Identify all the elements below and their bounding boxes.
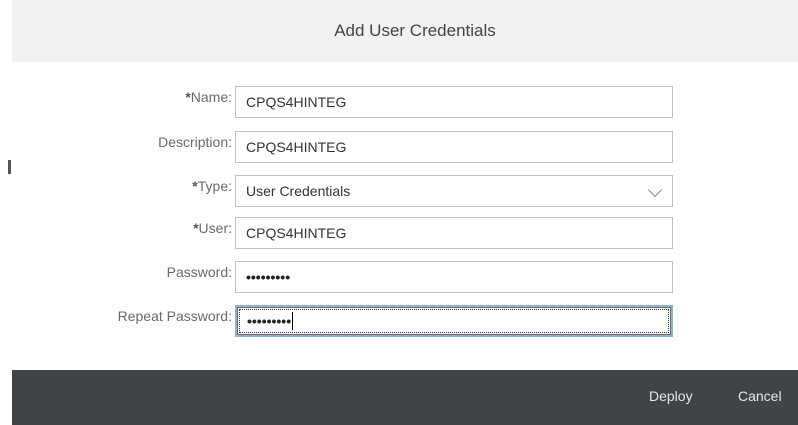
type-select[interactable]: User Credentials xyxy=(235,175,673,207)
type-row: *Type: User Credentials xyxy=(12,175,798,211)
repeat-password-label: Repeat Password: xyxy=(117,308,232,324)
text-caret xyxy=(292,312,294,330)
dialog-footer: Deploy Cancel xyxy=(12,370,798,425)
user-row: *User: CPQS4HINTEG xyxy=(12,217,798,253)
description-row: Description: CPQS4HINTEG xyxy=(12,131,798,167)
credentials-form: *Name: CPQS4HINTEG Description: CPQS4HIN… xyxy=(12,62,798,370)
add-user-credentials-dialog: Add User Credentials *Name: CPQS4HINTEG … xyxy=(0,0,798,425)
repeat-password-masked-value: ••••••••• xyxy=(247,313,292,329)
name-value: CPQS4HINTEG xyxy=(246,94,347,110)
background-edge-mark xyxy=(8,160,11,174)
password-label: Password: xyxy=(166,264,232,280)
type-selected-value: User Credentials xyxy=(246,183,351,199)
name-row: *Name: CPQS4HINTEG xyxy=(12,86,798,122)
description-input[interactable]: CPQS4HINTEG xyxy=(235,131,673,163)
background-edge xyxy=(0,0,12,425)
name-input[interactable]: CPQS4HINTEG xyxy=(235,86,673,118)
user-input[interactable]: CPQS4HINTEG xyxy=(235,217,673,249)
dialog-title: Add User Credentials xyxy=(334,21,496,40)
chevron-down-icon[interactable] xyxy=(647,182,663,198)
user-value: CPQS4HINTEG xyxy=(246,225,347,241)
password-masked-value: ••••••••• xyxy=(246,269,291,285)
user-label: *User: xyxy=(193,220,232,236)
cancel-button[interactable]: Cancel xyxy=(738,388,782,404)
description-label: Description: xyxy=(158,134,232,150)
name-label: *Name: xyxy=(185,89,232,105)
password-row: Password: ••••••••• xyxy=(12,261,798,297)
dialog-header: Add User Credentials xyxy=(12,0,798,63)
deploy-button[interactable]: Deploy xyxy=(649,388,693,404)
password-input[interactable]: ••••••••• xyxy=(235,261,673,293)
repeat-password-input[interactable]: ••••••••• xyxy=(235,305,673,337)
description-value: CPQS4HINTEG xyxy=(246,139,347,155)
repeat-password-row: Repeat Password: ••••••••• xyxy=(12,305,798,341)
type-label: *Type: xyxy=(192,178,232,194)
